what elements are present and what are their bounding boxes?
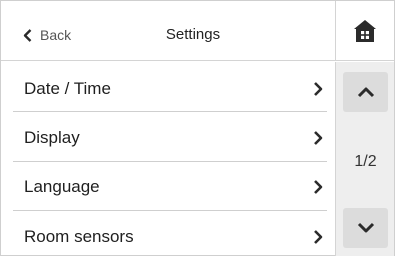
menu-item-display[interactable]: Display [13,113,327,162]
page-indicator: 1/2 [354,153,377,170]
menu-item-label: Room sensors [24,226,134,246]
settings-screen: Back Settings Date / Time Display Langua… [0,0,395,256]
chevron-down-icon [357,222,375,234]
menu-divider [13,111,327,112]
menu-item-label: Display [24,127,80,147]
page-navigator: 1/2 [335,62,394,256]
menu-item-label: Language [24,176,100,196]
page-down-button[interactable] [343,208,388,248]
chevron-right-icon [313,229,323,244]
back-label: Back [40,27,72,43]
menu-divider [13,210,327,211]
back-button[interactable]: Back [23,25,71,45]
chevron-right-icon [313,179,323,194]
chevron-right-icon [313,81,323,96]
menu-item-room-sensors[interactable]: Room sensors [13,212,327,256]
menu-item-language[interactable]: Language [13,162,327,211]
chevron-up-icon [357,86,375,98]
chevron-right-icon [313,130,323,145]
settings-menu: Date / Time Display Language Room sensor… [1,62,335,256]
home-button[interactable] [335,1,394,61]
page-up-button[interactable] [343,72,388,112]
chevron-left-icon [23,28,32,42]
header-bar: Back Settings [1,1,394,61]
home-icon [352,18,378,44]
menu-item-label: Date / Time [24,78,111,98]
page-title: Settings [165,26,221,43]
menu-item-date-time[interactable]: Date / Time [13,64,327,113]
